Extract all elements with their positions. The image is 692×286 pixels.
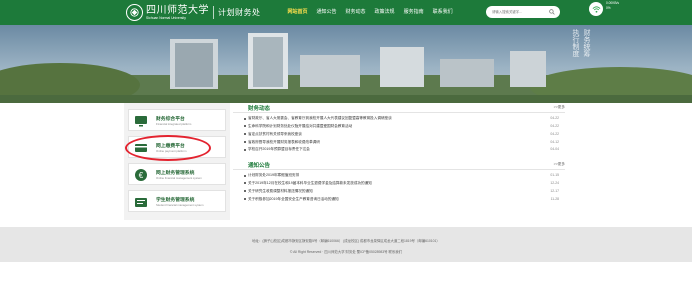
news-title: 生命科学院和计划财务处赴仪陇开展结对共建暨爱国财会教育活动: [248, 124, 353, 129]
bullet: [244, 148, 246, 151]
nav-contact[interactable]: 联系我们: [428, 0, 457, 25]
site-header: 四川师范大学 Sichuan Normal University 计划财务处 网…: [0, 0, 692, 25]
network-speed: 0.00KB/s 0%: [606, 1, 619, 10]
search-input[interactable]: [492, 6, 547, 18]
notice-title: 关于2019年12月在校生和19届本科毕业生退费学金及结算款未发放成功的通知: [248, 181, 372, 186]
notice-section: 通知公告 >>更多 计划财务处2019年寒假值班安排 01-15 关于2019年1…: [233, 161, 565, 203]
banner-slogan: 执行制度 财务统筹: [572, 29, 591, 57]
nav-notices[interactable]: 通知公告: [312, 0, 341, 25]
platform-subtitle: Student financial management system: [156, 203, 204, 207]
platform-student-finance[interactable]: 学生财务管理系统 Student financial management sy…: [128, 190, 226, 212]
news-date: 04-22: [550, 124, 559, 129]
nav-service-guide[interactable]: 服务指南: [399, 0, 428, 25]
news-title: 省财政厅、省人大常委会、省教育厅到我校开展人大代表建议回复暨高等教育投入调研座谈: [248, 116, 392, 121]
bullet: [244, 182, 246, 185]
search-box: [486, 6, 560, 18]
news-date: 04-22: [550, 116, 559, 121]
news-title: 省政府督导我校开展财务报表和收费改革调研: [248, 139, 320, 144]
news-title: 省定点扶贫村有关领导来我校座谈: [248, 131, 302, 136]
news-date: 04-12: [550, 139, 559, 144]
red-annotation-circle: [125, 135, 211, 161]
notice-title: 计划财务处2019年寒假值班安排: [248, 173, 300, 178]
news-date: 04-04: [550, 147, 559, 152]
notice-title: 关于积极参加2019年全国安全生产教育咨询日活动的通知: [248, 196, 339, 201]
news-title: 学校召开2019年预算暨目标责任下达会: [248, 147, 310, 152]
list-item[interactable]: 关于积极参加2019年全国安全生产教育咨询日活动的通知 11-28: [233, 195, 565, 203]
bullet: [244, 117, 246, 120]
banner-slogan-col1: 执行制度: [572, 29, 580, 57]
notice-date: 12-17: [550, 188, 559, 193]
university-emblem-icon: [126, 4, 143, 21]
list-item[interactable]: 关于研究生收费调整材料报送情况的通知 12-17: [233, 188, 565, 196]
logo-text: 四川师范大学 Sichuan Normal University: [146, 5, 209, 20]
university-name-en: Sichuan Normal University: [146, 16, 186, 20]
office-name: 计划财务处: [218, 8, 261, 17]
network-percent: 0%: [606, 5, 611, 10]
nav-home[interactable]: 网站首页: [283, 0, 312, 25]
platform-title: 学生财务管理系统: [156, 198, 195, 203]
notice-date: 12-24: [550, 181, 559, 186]
list-item[interactable]: 省财政厅、省人大常委会、省教育厅到我校开展人大代表建议回复暨高等教育投入调研座谈…: [233, 115, 565, 123]
more-link[interactable]: >>更多: [554, 162, 565, 167]
list-item[interactable]: 计划财务处2019年寒假值班安排 01-15: [233, 172, 565, 180]
platform-sidebar: 财务综合平台 Financial integrated platform 网上缴…: [124, 103, 230, 220]
campus-banner: 执行制度 财务统筹: [0, 25, 692, 103]
notice-title: 关于研究生收费调整材料报送情况的通知: [248, 188, 313, 193]
finance-news-section: 财务动态 >>更多 省财政厅、省人大常委会、省教育厅到我校开展人大代表建议回复暨…: [233, 104, 565, 154]
main-nav: 网站首页 通知公告 财务动态 政策法规 服务指南 联系我们: [283, 0, 457, 25]
notice-date: 11-28: [550, 196, 559, 201]
yuan-icon: €: [135, 169, 147, 181]
site-footer: 地址：(狮子山校区)成都市静安区静安路5号（邮编610066） (成龙校区) 成…: [0, 227, 692, 262]
more-link[interactable]: >>更多: [554, 105, 565, 110]
section-header: 财务动态 >>更多: [233, 104, 565, 113]
list-item[interactable]: 学校召开2019年预算暨目标责任下达会 04-04: [233, 146, 565, 154]
svg-text:€: €: [139, 171, 144, 180]
list-item[interactable]: 关于2019年12月在校生和19届本科毕业生退费学金及结算款未发放成功的通知 12…: [233, 180, 565, 188]
platform-subtitle: Financial integrated platform: [156, 122, 192, 126]
bullet: [244, 125, 246, 128]
footer-copyright: © All Right Reserved · 四川师范大学 财务处 蜀ICP备0…: [289, 250, 403, 254]
platform-title: 网上财务管理系统: [156, 171, 195, 176]
nav-finance-news[interactable]: 财务动态: [341, 0, 370, 25]
platform-title: 财务综合平台: [156, 117, 185, 122]
wifi-icon[interactable]: [589, 2, 603, 16]
bullet: [244, 140, 246, 143]
platform-subtitle: Online financial management system: [156, 176, 202, 180]
network-speed-value: 0.00KB/s: [606, 1, 619, 5]
site-logo[interactable]: 四川师范大学 Sichuan Normal University 计划财务处: [126, 3, 261, 22]
list-item[interactable]: 生命科学院和计划财务处赴仪陇开展结对共建暨爱国财会教育活动 04-22: [233, 123, 565, 131]
student-icon: [135, 198, 147, 207]
section-title: 通知公告: [248, 163, 271, 169]
bullet: [244, 174, 246, 177]
footer-address: 地址：(狮子山校区)成都市静安区静安路5号（邮编610066） (成龙校区) 成…: [252, 239, 440, 243]
platform-finance-integrated[interactable]: 财务综合平台 Financial integrated platform: [128, 109, 226, 131]
bullet: [244, 133, 246, 136]
logo-divider: [213, 6, 214, 19]
platform-online-finance[interactable]: € 网上财务管理系统 Online financial management s…: [128, 163, 226, 185]
notice-date: 01-15: [550, 173, 559, 178]
section-header: 通知公告 >>更多: [233, 161, 565, 170]
list-item[interactable]: 省政府督导我校开展财务报表和收费改革调研 04-12: [233, 138, 565, 146]
bullet: [244, 197, 246, 200]
section-title: 财务动态: [248, 106, 271, 112]
bullet: [244, 190, 246, 193]
search-icon[interactable]: [549, 9, 555, 15]
news-date: 04-22: [550, 131, 559, 136]
nav-policies[interactable]: 政策法规: [370, 0, 399, 25]
university-name-cn: 四川师范大学: [146, 5, 209, 16]
banner-slogan-col2: 财务统筹: [583, 29, 591, 57]
monitor-icon: [135, 116, 147, 127]
list-item[interactable]: 省定点扶贫村有关领导来我校座谈 04-22: [233, 131, 565, 139]
